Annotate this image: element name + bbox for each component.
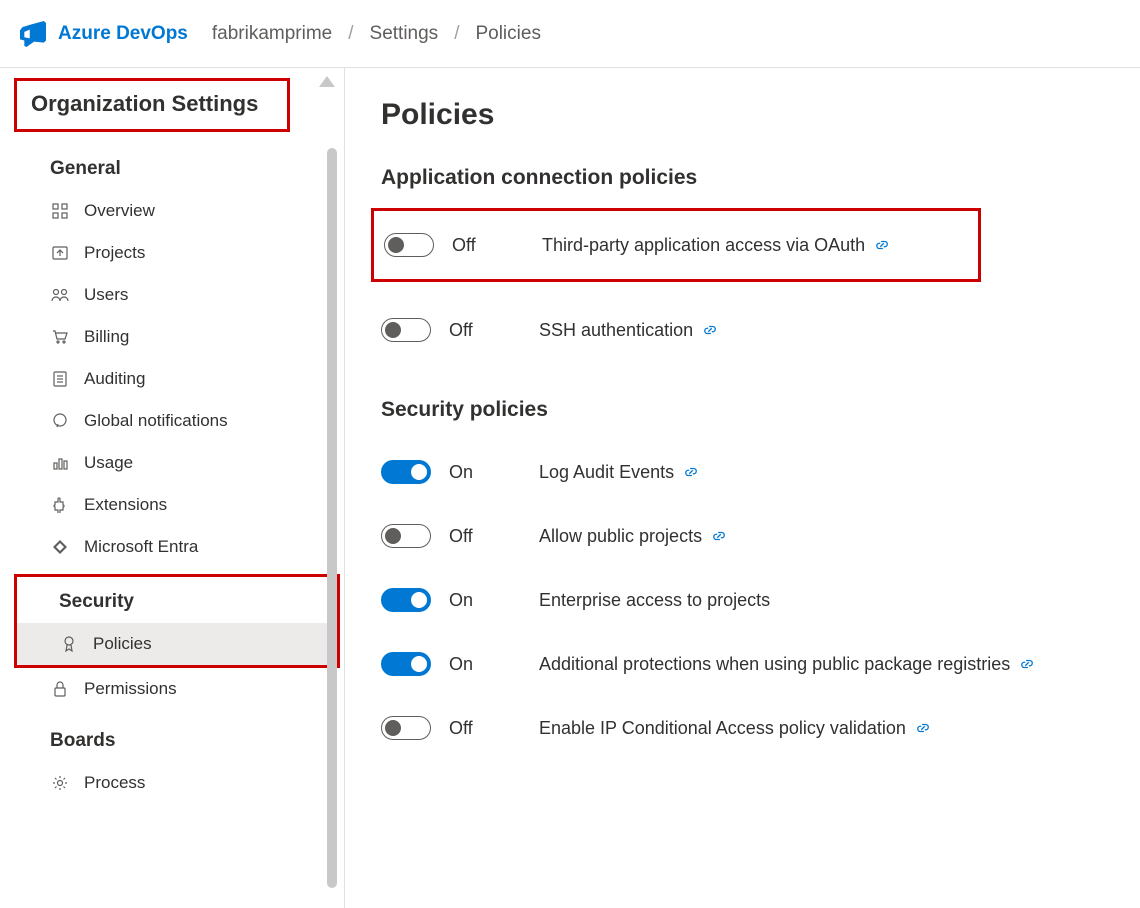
link-icon[interactable] [1020,657,1034,671]
sidebar-item-billing[interactable]: Billing [8,316,344,358]
link-icon[interactable] [916,721,930,735]
highlight-oauth-policy: Off Third-party application access via O… [371,208,981,282]
toggle-state-label: On [449,590,539,611]
chart-icon [50,453,70,473]
sidebar-section-boards: Boards [8,710,344,762]
sidebar-item-global-notifications[interactable]: Global notifications [8,400,344,442]
toggle-ip-conditional[interactable] [381,716,431,740]
toggle-state-label: Off [449,320,539,341]
sidebar-item-policies[interactable]: Policies [17,623,337,665]
policy-row-enterprise-access: On Enterprise access to projects [381,568,1110,632]
users-icon [50,285,70,305]
sidebar-item-projects[interactable]: Projects [8,232,344,274]
policy-row-ip-conditional: Off Enable IP Conditional Access policy … [381,696,1110,760]
toggle-state-label: On [449,462,539,483]
toggle-package-registries[interactable] [381,652,431,676]
sidebar-section-security: Security [17,577,337,623]
sidebar: Organization Settings General Overview P… [0,68,345,908]
policy-row-package-registries: On Additional protections when using pub… [381,632,1110,696]
group-title-security-policies: Security policies [381,398,1110,422]
sidebar-item-label: Billing [84,327,129,347]
grid-icon [50,201,70,221]
toggle-state-label: Off [452,235,542,256]
sidebar-item-overview[interactable]: Overview [8,190,344,232]
sidebar-item-extensions[interactable]: Extensions [8,484,344,526]
policy-label: Additional protections when using public… [539,654,1010,675]
link-icon[interactable] [703,323,717,337]
header-breadcrumb: Azure DevOps fabrikamprime / Settings / … [0,0,1140,68]
toggle-public-projects[interactable] [381,524,431,548]
policy-row-public-projects: Off Allow public projects [381,504,1110,568]
lock-icon [50,679,70,699]
highlight-org-settings: Organization Settings [14,78,290,132]
sidebar-item-microsoft-entra[interactable]: Microsoft Entra [8,526,344,568]
gear-icon [50,773,70,793]
link-icon[interactable] [684,465,698,479]
sidebar-item-process[interactable]: Process [8,762,344,804]
toggle-state-label: On [449,654,539,675]
sidebar-item-label: Extensions [84,495,167,515]
upload-icon [50,243,70,263]
policy-label: SSH authentication [539,320,693,341]
breadcrumb-separator: / [454,23,459,45]
brand-link[interactable]: Azure DevOps [58,23,188,45]
sidebar-item-users[interactable]: Users [8,274,344,316]
cart-icon [50,327,70,347]
toggle-oauth[interactable] [384,233,434,257]
scrollbar-track[interactable] [327,148,337,888]
sidebar-item-permissions[interactable]: Permissions [8,668,344,710]
sidebar-item-label: Projects [84,243,145,263]
sidebar-item-auditing[interactable]: Auditing [8,358,344,400]
page-title: Policies [381,98,1110,132]
policy-row-oauth: Off Third-party application access via O… [384,211,968,279]
azure-devops-logo-icon[interactable] [18,19,48,49]
policy-label: Third-party application access via OAuth [542,235,865,256]
toggle-state-label: Off [449,718,539,739]
diamond-icon [50,537,70,557]
policy-row-log-audit: On Log Audit Events [381,440,1110,504]
scroll-up-icon[interactable] [319,76,335,87]
sidebar-item-label: Process [84,773,145,793]
sidebar-section-general: General [8,138,344,190]
link-icon[interactable] [712,529,726,543]
sidebar-item-label: Auditing [84,369,145,389]
policy-label: Allow public projects [539,526,702,547]
highlight-security-section: Security Policies [14,574,340,668]
main-content: Policies Application connection policies… [345,68,1140,908]
sidebar-item-label: Policies [93,634,152,654]
sidebar-item-label: Users [84,285,128,305]
toggle-enterprise-access[interactable] [381,588,431,612]
document-icon [50,369,70,389]
sidebar-item-label: Overview [84,201,155,221]
badge-icon [59,634,79,654]
sidebar-title: Organization Settings [31,91,271,117]
puzzle-icon [50,495,70,515]
breadcrumb-settings[interactable]: Settings [370,23,439,45]
toggle-ssh[interactable] [381,318,431,342]
group-title-application-connection: Application connection policies [381,166,1110,190]
sidebar-item-label: Usage [84,453,133,473]
breadcrumb-org[interactable]: fabrikamprime [212,23,332,45]
policy-label: Enterprise access to projects [539,590,770,611]
breadcrumb-separator: / [348,23,353,45]
policy-label: Enable IP Conditional Access policy vali… [539,718,906,739]
policy-label: Log Audit Events [539,462,674,483]
link-icon[interactable] [875,238,889,252]
sidebar-item-label: Global notifications [84,411,228,431]
toggle-state-label: Off [449,526,539,547]
chat-icon [50,411,70,431]
sidebar-item-label: Permissions [84,679,177,699]
policy-row-ssh: Off SSH authentication [381,298,1110,362]
toggle-log-audit[interactable] [381,460,431,484]
sidebar-item-usage[interactable]: Usage [8,442,344,484]
sidebar-item-label: Microsoft Entra [84,537,198,557]
breadcrumb-policies[interactable]: Policies [475,23,540,45]
